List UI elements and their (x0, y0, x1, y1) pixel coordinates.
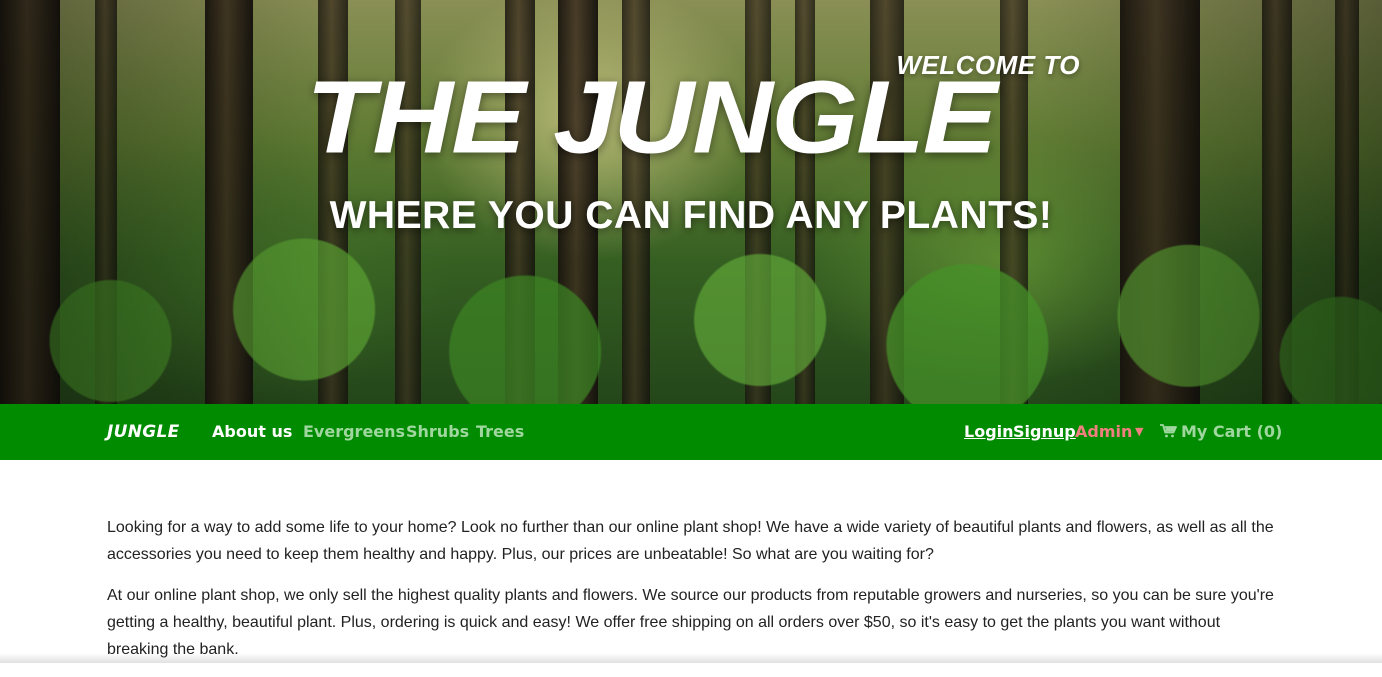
signup-link[interactable]: Signup (1013, 404, 1076, 460)
main-navbar: JUNGLE About us Evergreens Shrubs Trees … (0, 404, 1382, 460)
hero-title: THE JUNGLE (306, 59, 997, 175)
nav-category-trees[interactable]: Trees (476, 404, 524, 460)
brand-logo[interactable]: JUNGLE (107, 404, 180, 460)
intro-paragraph: At our online plant shop, we only sell t… (107, 587, 1274, 658)
hero-banner: WELCOME TO THE JUNGLE WHERE YOU CAN FIND… (0, 0, 1382, 404)
cart-icon (1160, 404, 1177, 460)
nav-category-shrubs[interactable]: Shrubs (406, 404, 469, 460)
login-link[interactable]: Login (964, 404, 1014, 460)
nav-category-evergreens[interactable]: Evergreens (303, 404, 405, 460)
caret-down-icon[interactable]: ▼ (1135, 404, 1143, 460)
nav-about-us[interactable]: About us (212, 404, 292, 460)
cart-link[interactable]: My Cart (0) (1160, 404, 1282, 460)
admin-dropdown[interactable]: Admin (1075, 404, 1132, 460)
hero-tagline: WHERE YOU CAN FIND ANY PLANTS! (329, 194, 1053, 237)
intro-paragraph: Looking for a way to add some life to yo… (107, 519, 1274, 563)
cart-label: My Cart (0) (1181, 422, 1283, 441)
